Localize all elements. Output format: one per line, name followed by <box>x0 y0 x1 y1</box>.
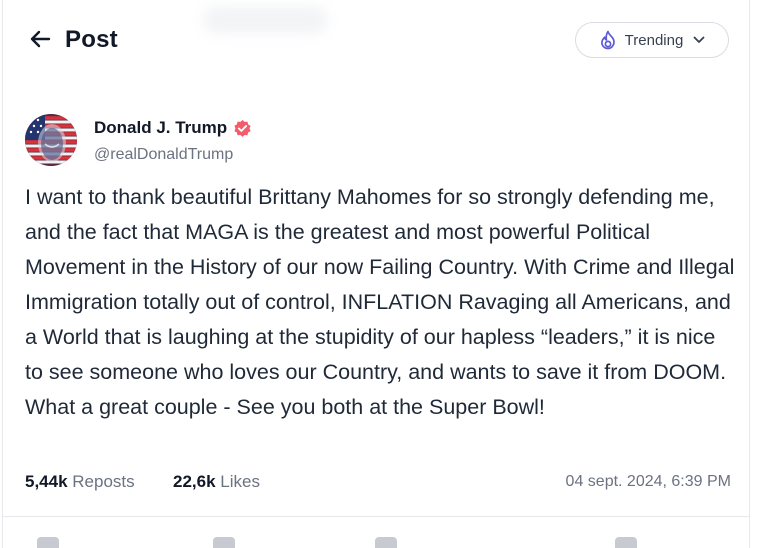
reposts-stat[interactable]: 5,44k Reposts <box>25 472 135 492</box>
post-stats: 5,44k Reposts 22,6k Likes 04 sept. 2024,… <box>25 472 731 496</box>
flame-icon <box>600 30 615 50</box>
page-header: Post Trending <box>3 0 749 82</box>
trending-dropdown[interactable]: Trending <box>575 22 729 58</box>
trending-label: Trending <box>624 31 684 49</box>
author-name-row: Donald J. Trump <box>94 118 252 138</box>
share-action[interactable] <box>615 537 637 548</box>
chevron-down-icon <box>693 36 705 43</box>
page-title: Post <box>65 26 118 53</box>
author-handle[interactable]: @realDonaldTrump <box>94 146 233 164</box>
likes-count: 22,6k <box>173 472 216 491</box>
avatar[interactable] <box>25 114 77 166</box>
reposts-count: 5,44k <box>25 472 68 491</box>
reposts-label: Reposts <box>72 472 135 491</box>
back-button[interactable] <box>27 26 53 52</box>
reply-action[interactable] <box>37 537 59 548</box>
post-author: Donald J. Trump @realDonaldTrump <box>25 112 425 168</box>
post-body-text: I want to thank beautiful Brittany Mahom… <box>25 185 735 419</box>
post-timestamp: 04 sept. 2024, 6:39 PM <box>565 473 731 490</box>
likes-stat[interactable]: 22,6k Likes <box>173 472 260 492</box>
author-display-name[interactable]: Donald J. Trump <box>94 118 227 138</box>
post-action-bar <box>3 517 749 548</box>
back-arrow-icon <box>30 30 51 48</box>
like-action[interactable] <box>375 537 397 548</box>
post-page: Post Trending Donald J. Trump @realDonal… <box>2 0 750 548</box>
likes-label: Likes <box>220 472 260 491</box>
repost-action[interactable] <box>213 537 235 548</box>
verified-badge-icon <box>234 119 251 137</box>
avatar-image <box>25 114 77 166</box>
